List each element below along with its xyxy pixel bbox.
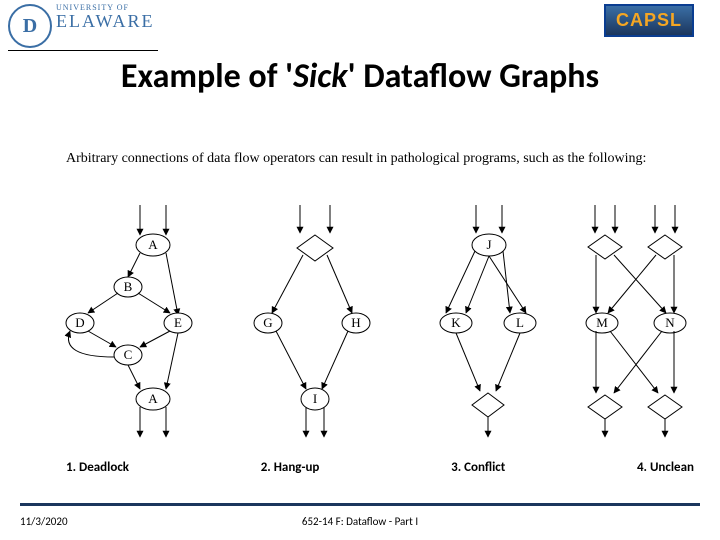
node-j-label: J xyxy=(486,237,491,252)
node-i-label: I xyxy=(313,391,317,406)
node-a-label: A xyxy=(148,237,158,252)
graph-unclean: M N xyxy=(586,205,686,437)
footer-center: 652-14 F: Dataflow - Part I xyxy=(0,515,720,528)
dataflow-diagram: A B D E C xyxy=(0,205,720,465)
caption-row: 1. Deadlock 2. Hang-up 3. Conflict 4. Un… xyxy=(66,460,694,475)
caption-unclean: 4. Unclean xyxy=(637,460,694,475)
title-post: ' Dataflow Graphs xyxy=(348,56,600,97)
univ-delaware-logo: D UNIVERSITY OF ELAWARE xyxy=(8,4,158,51)
caption-deadlock: 1. Deadlock xyxy=(66,460,129,475)
graph-deadlock: A B D E C xyxy=(66,205,192,437)
graph-hangup: G H I xyxy=(254,205,370,437)
caption-conflict: 3. Conflict xyxy=(451,460,505,475)
node-g-label: G xyxy=(263,315,272,330)
node-a2-label: A xyxy=(148,391,158,406)
node-m-label: M xyxy=(596,315,608,330)
node-k-label: K xyxy=(451,315,461,330)
node-n-label: N xyxy=(665,315,675,330)
seal-icon: D xyxy=(8,4,52,48)
slide-title: Example of 'Sick' Dataflow Graphs xyxy=(0,56,720,97)
node-l-label: L xyxy=(516,315,524,330)
title-pre: Example of ' xyxy=(121,56,293,97)
node-e-label: E xyxy=(174,315,182,330)
intro-text: Arbitrary connections of data flow opera… xyxy=(66,150,680,168)
slide: D UNIVERSITY OF ELAWARE CAPSL Example of… xyxy=(0,0,720,540)
node-c-label: C xyxy=(124,347,133,362)
node-h-label: H xyxy=(351,315,360,330)
node-b-label: B xyxy=(124,279,133,294)
graph-conflict: J K L xyxy=(440,205,536,437)
title-sick: Sick xyxy=(293,56,348,97)
caption-hangup: 2. Hang-up xyxy=(261,460,320,475)
capsl-logo: CAPSL xyxy=(604,4,694,37)
univ-big: ELAWARE xyxy=(56,12,155,30)
footer-rule xyxy=(20,503,700,506)
node-d-label: D xyxy=(75,315,84,330)
